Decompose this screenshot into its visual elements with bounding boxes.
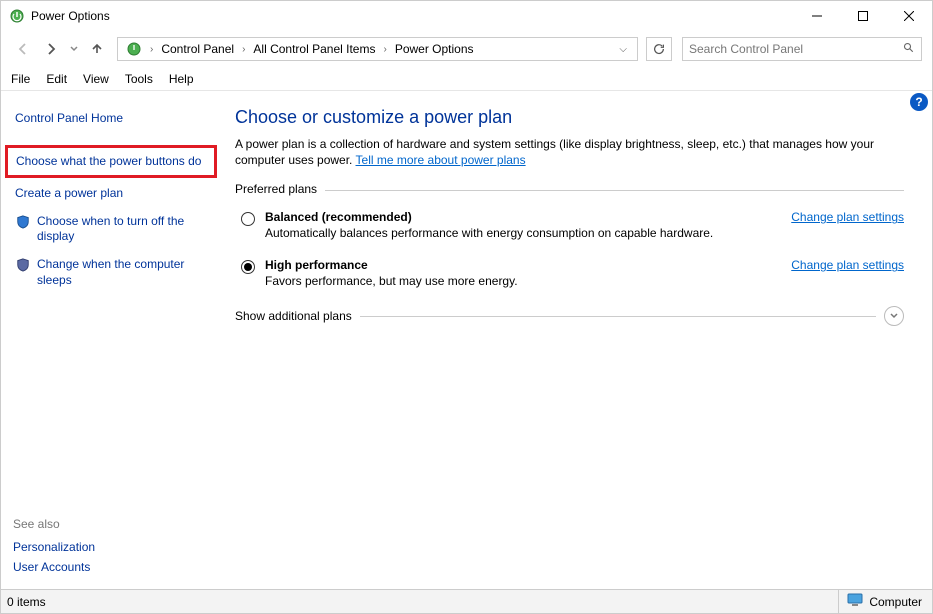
help-icon[interactable]: ? (910, 93, 928, 111)
sidebar-home-label: Control Panel Home (15, 111, 123, 127)
refresh-button[interactable] (646, 37, 672, 61)
see-also: See also Personalization User Accounts (13, 517, 203, 577)
status-items: 0 items (1, 595, 46, 609)
breadcrumb-all-items[interactable]: All Control Panel Items (249, 40, 379, 58)
status-bar: 0 items Computer (1, 589, 932, 613)
minimize-button[interactable] (794, 1, 840, 31)
learn-more-link[interactable]: Tell me more about power plans (356, 153, 526, 167)
plan-balanced: Balanced (recommended) Automatically bal… (235, 210, 904, 240)
plan-high-settings-link[interactable]: Change plan settings (791, 258, 904, 272)
radio-balanced[interactable] (241, 212, 255, 226)
sidebar-create-plan-label: Create a power plan (15, 186, 123, 202)
computer-icon (847, 593, 863, 610)
nav-row: › Control Panel › All Control Panel Item… (1, 31, 932, 67)
page-heading: Choose or customize a power plan (235, 107, 904, 128)
chevron-right-icon: › (383, 44, 386, 55)
page-description-text: A power plan is a collection of hardware… (235, 137, 874, 167)
menu-file[interactable]: File (11, 72, 30, 86)
menu-tools[interactable]: Tools (125, 72, 153, 86)
menu-bar: File Edit View Tools Help (1, 67, 932, 91)
see-also-user-accounts[interactable]: User Accounts (13, 557, 203, 577)
status-computer: Computer (838, 590, 932, 613)
recent-dropdown[interactable] (67, 37, 81, 61)
sidebar-turnoff-display[interactable]: Choose when to turn off the display (13, 210, 199, 249)
title-bar: Power Options (1, 1, 932, 31)
sidebar: Control Panel Home Choose what the power… (1, 91, 211, 589)
see-also-personalization[interactable]: Personalization (13, 537, 203, 557)
preferred-plans-text: Preferred plans (235, 182, 317, 196)
page-description: A power plan is a collection of hardware… (235, 136, 904, 168)
address-dropdown[interactable]: ⌵ (613, 44, 633, 55)
plan-high-desc: Favors performance, but may use more ene… (265, 274, 771, 288)
sidebar-turnoff-label: Choose when to turn off the display (37, 214, 197, 245)
address-bar[interactable]: › Control Panel › All Control Panel Item… (117, 37, 638, 61)
preferred-plans-label: Preferred plans (235, 182, 904, 196)
up-button[interactable] (85, 37, 109, 61)
search-placeholder: Search Control Panel (689, 42, 903, 56)
see-also-header: See also (13, 517, 203, 531)
show-additional-label: Show additional plans (235, 309, 352, 323)
sidebar-sleep[interactable]: Change when the computer sleeps (13, 253, 199, 292)
menu-edit[interactable]: Edit (46, 72, 67, 86)
sidebar-create-plan[interactable]: Create a power plan (13, 182, 199, 206)
sidebar-sleep-label: Change when the computer sleeps (37, 257, 197, 288)
radio-high-performance[interactable] (241, 260, 255, 274)
chevron-down-icon[interactable] (884, 306, 904, 326)
status-computer-label: Computer (869, 595, 922, 609)
plan-balanced-name: Balanced (recommended) (265, 210, 771, 224)
shield-icon (15, 257, 31, 273)
window-title: Power Options (31, 9, 110, 23)
forward-button[interactable] (39, 37, 63, 61)
breadcrumb-control-panel[interactable]: Control Panel (157, 40, 238, 58)
show-additional-plans[interactable]: Show additional plans (235, 306, 904, 326)
search-input[interactable]: Search Control Panel (682, 37, 922, 61)
divider (360, 316, 876, 317)
back-button[interactable] (11, 37, 35, 61)
search-icon (903, 42, 915, 57)
main-panel: ? Choose or customize a power plan A pow… (211, 91, 932, 589)
breadcrumb-power-options[interactable]: Power Options (391, 40, 478, 58)
chevron-right-icon: › (242, 44, 245, 55)
chevron-right-icon: › (150, 44, 153, 55)
menu-help[interactable]: Help (169, 72, 194, 86)
app-icon (9, 8, 25, 24)
shield-icon (15, 214, 31, 230)
close-button[interactable] (886, 1, 932, 31)
maximize-button[interactable] (840, 1, 886, 31)
plan-balanced-settings-link[interactable]: Change plan settings (791, 210, 904, 224)
plan-balanced-desc: Automatically balances performance with … (265, 226, 771, 240)
sidebar-power-buttons-label: Choose what the power buttons do (16, 154, 201, 170)
plan-high-name: High performance (265, 258, 771, 272)
menu-view[interactable]: View (83, 72, 109, 86)
sidebar-home[interactable]: Control Panel Home (13, 107, 199, 131)
control-panel-icon (122, 39, 146, 59)
plan-high-performance: High performance Favors performance, but… (235, 258, 904, 288)
sidebar-power-buttons[interactable]: Choose what the power buttons do (5, 145, 217, 179)
divider (325, 190, 904, 191)
